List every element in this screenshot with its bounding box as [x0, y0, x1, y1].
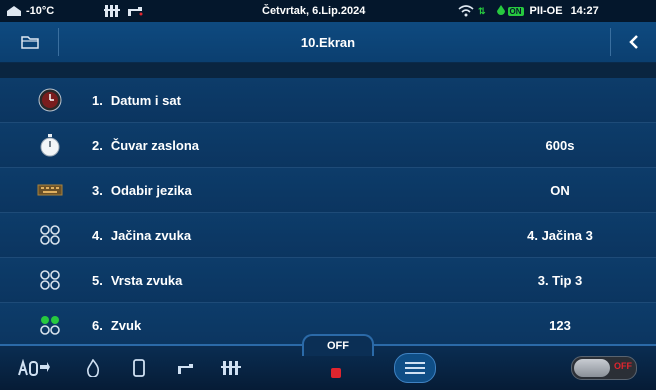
radiator-icon — [221, 361, 241, 375]
dots-icon — [36, 266, 64, 294]
menu-icon — [394, 353, 436, 383]
chevron-left-icon — [629, 35, 638, 49]
list-item-jacina-zvuka[interactable]: 4. Jačina zvuka 4. Jačina 3 — [0, 213, 656, 258]
tap-icon — [178, 364, 193, 374]
boiler-icon — [133, 359, 145, 377]
radiator-button[interactable] — [216, 352, 246, 384]
dots-icon — [36, 221, 64, 249]
clock-time: 14:27 — [570, 5, 599, 17]
item-number: 6. — [92, 317, 103, 333]
item-value: 3. Tip 3 — [537, 272, 583, 288]
mode-label: PII-OE — [529, 5, 563, 17]
keyboard-icon — [36, 176, 64, 204]
menu-button[interactable] — [390, 352, 440, 384]
off-status-tab[interactable]: OFF — [302, 334, 374, 356]
stopwatch-icon — [36, 131, 64, 159]
item-number: 5. — [92, 272, 103, 288]
list-item-odabir-jezika[interactable]: 3. Odabir jezika ON — [0, 168, 656, 213]
toggle-label: OFF — [614, 361, 632, 371]
back-button[interactable] — [612, 28, 656, 56]
on-badge: ON — [507, 6, 524, 16]
signal-icon: ⇅ — [478, 5, 486, 16]
item-label: Čuvar zaslona — [110, 137, 199, 153]
list-item-datum-i-sat[interactable]: 1. Datum i sat — [0, 78, 656, 123]
toggle-track: OFF — [571, 356, 637, 380]
list-item-cuvar-zaslona[interactable]: 2. Čuvar zaslona 600s — [0, 123, 656, 168]
auto-mode-icon — [18, 359, 50, 376]
item-value: ON — [550, 182, 570, 198]
radiator-icon — [104, 5, 120, 17]
wifi-icon — [458, 5, 474, 17]
item-value — [480, 78, 640, 122]
screen-header: 10.Ekran — [0, 22, 656, 63]
power-toggle[interactable]: OFF — [566, 352, 642, 384]
house-icon — [7, 6, 21, 16]
item-label: Zvuk — [110, 317, 142, 333]
item-number: 2. — [92, 137, 103, 153]
status-bar: -10°C Četvrtak, 6.Lip.2024 ⇅ ON PII-OE 1… — [0, 0, 656, 22]
toggle-knob — [574, 359, 610, 377]
item-label: Datum i sat — [110, 92, 181, 108]
item-value: 4. Jačina 3 — [527, 227, 593, 243]
list-item-vrsta-zvuka[interactable]: 5. Vrsta zvuka 3. Tip 3 — [0, 258, 656, 303]
page-title: 10.Ekran — [300, 34, 356, 50]
tap-button[interactable] — [170, 352, 200, 384]
pump-icon — [496, 5, 505, 15]
date-text: Četvrtak, 6.Lip.2024 — [262, 5, 366, 17]
tap-icon — [128, 7, 143, 16]
item-value: 123 — [549, 317, 571, 333]
flame-icon — [87, 359, 100, 377]
item-value: 600s — [545, 137, 575, 153]
item-label: Jačina zvuka — [110, 227, 192, 243]
temperature-text: -10°C — [26, 5, 55, 17]
status-icons: ⇅ ON PII-OE 14:27 — [458, 0, 599, 22]
item-number: 3. — [92, 182, 103, 198]
auto-mode-button[interactable] — [14, 352, 54, 384]
header-divider-right — [610, 28, 611, 56]
item-number: 4. — [92, 227, 103, 243]
dots-icon — [36, 311, 64, 339]
clock-icon — [36, 86, 64, 114]
alarm-dot-icon — [331, 368, 341, 378]
boiler-button[interactable] — [124, 352, 154, 384]
off-label: OFF — [327, 340, 349, 352]
item-label: Odabir jezika — [110, 182, 192, 198]
item-label: Vrsta zvuka — [110, 272, 183, 288]
alarm-indicator — [324, 352, 348, 384]
outdoor-temperature: -10°C — [6, 0, 54, 22]
item-number: 1. — [92, 92, 103, 108]
flame-button[interactable] — [78, 352, 108, 384]
radiator-tap-icons — [104, 0, 144, 22]
